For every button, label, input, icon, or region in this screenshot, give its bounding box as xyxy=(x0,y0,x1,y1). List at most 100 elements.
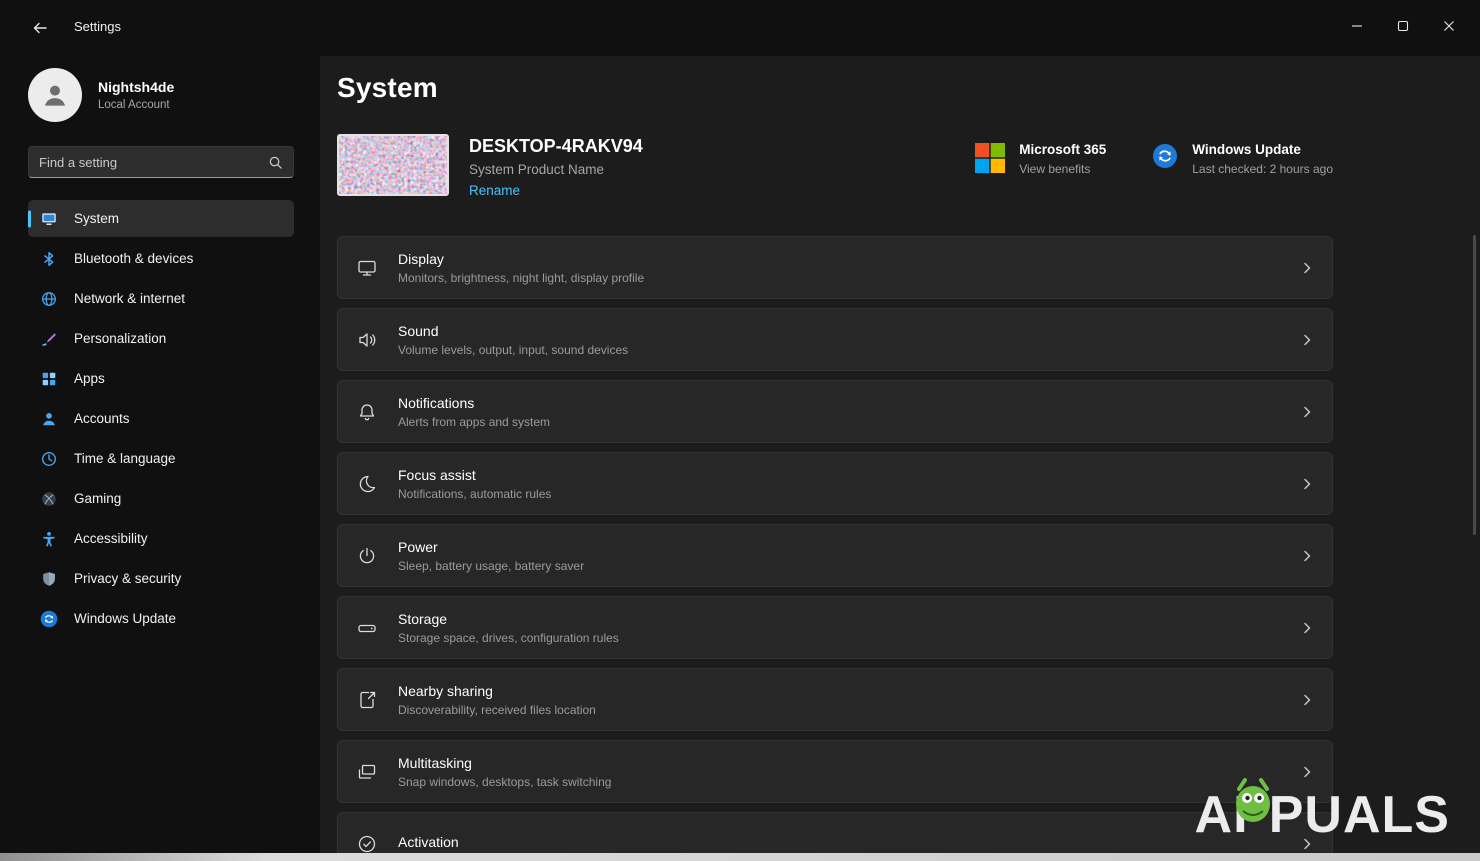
settings-row-display[interactable]: DisplayMonitors, brightness, night light… xyxy=(337,236,1333,299)
xbox-icon xyxy=(40,490,58,508)
row-title: Activation xyxy=(398,834,459,850)
titlebar: Settings xyxy=(0,0,1480,56)
maximize-icon xyxy=(1397,20,1409,32)
promo-subtitle: View benefits xyxy=(1019,162,1106,176)
storage-icon xyxy=(354,617,380,639)
clock-icon xyxy=(40,450,58,468)
paintbrush-icon xyxy=(40,330,58,348)
nearby-sharing-icon xyxy=(354,689,380,711)
chevron-right-icon xyxy=(1300,261,1314,275)
sidebar-item-accessibility[interactable]: Accessibility xyxy=(28,520,294,557)
settings-window: Settings Nightsh4de Local Account xyxy=(0,0,1480,861)
device-thumbnail xyxy=(337,134,449,196)
sidebar-item-label: Privacy & security xyxy=(74,571,181,586)
scrollbar[interactable] xyxy=(1473,235,1476,535)
device-strip: DESKTOP-4RAKV94 System Product Name Rena… xyxy=(337,134,1333,200)
row-subtitle: Notifications, automatic rules xyxy=(398,487,551,501)
appuals-mascot-icon xyxy=(1229,777,1277,838)
bluetooth-icon xyxy=(40,250,58,268)
bottom-edge xyxy=(0,853,1480,861)
focus-assist-icon xyxy=(354,473,380,495)
sidebar-item-personalization[interactable]: Personalization xyxy=(28,320,294,357)
row-title: Power xyxy=(398,539,584,555)
close-button[interactable] xyxy=(1426,6,1472,46)
microsoft-365-promo[interactable]: Microsoft 365 View benefits xyxy=(975,142,1106,178)
activation-icon xyxy=(354,833,380,855)
settings-row-notifications[interactable]: NotificationsAlerts from apps and system xyxy=(337,380,1333,443)
maximize-button[interactable] xyxy=(1380,6,1426,46)
sidebar-nav: System Bluetooth & devices Network & int… xyxy=(28,200,294,637)
row-title: Sound xyxy=(398,323,628,339)
windows-update-promo-icon xyxy=(1152,142,1178,178)
user-block: Nightsh4de Local Account xyxy=(28,68,294,122)
row-subtitle: Monitors, brightness, night light, displ… xyxy=(398,271,644,285)
device-name: DESKTOP-4RAKV94 xyxy=(469,136,643,157)
sidebar-item-accounts[interactable]: Accounts xyxy=(28,400,294,437)
power-icon xyxy=(354,545,380,567)
row-subtitle: Snap windows, desktops, task switching xyxy=(398,775,611,789)
minimize-button[interactable] xyxy=(1334,6,1380,46)
sidebar-item-system[interactable]: System xyxy=(28,200,294,237)
row-title: Storage xyxy=(398,611,619,627)
settings-row-storage[interactable]: Storage Storage space, drives, configurat… xyxy=(337,596,1333,659)
device-product-name: System Product Name xyxy=(469,162,643,177)
notifications-icon xyxy=(354,401,380,423)
page-title: System xyxy=(337,72,1333,104)
row-subtitle: Storage space, drives, configuration rul… xyxy=(398,631,619,645)
chevron-right-icon xyxy=(1300,765,1314,779)
chevron-right-icon xyxy=(1300,405,1314,419)
rename-link[interactable]: Rename xyxy=(469,183,520,198)
apps-grid-icon xyxy=(40,370,58,388)
chevron-right-icon xyxy=(1300,549,1314,563)
window-controls xyxy=(1334,6,1472,46)
window-title: Settings xyxy=(74,14,121,34)
row-title: Nearby sharing xyxy=(398,683,596,699)
sidebar-item-label: Accessibility xyxy=(74,531,148,546)
avatar[interactable] xyxy=(28,68,82,122)
settings-row-nearby-sharing[interactable]: Nearby sharingDiscoverability, received … xyxy=(337,668,1333,731)
sidebar-item-gaming[interactable]: Gaming xyxy=(28,480,294,517)
promo-subtitle: Last checked: 2 hours ago xyxy=(1192,162,1333,176)
sidebar-item-windows-update[interactable]: Windows Update xyxy=(28,600,294,637)
settings-row-power[interactable]: PowerSleep, battery usage, battery saver xyxy=(337,524,1333,587)
search-box[interactable] xyxy=(28,146,294,178)
chevron-right-icon xyxy=(1300,477,1314,491)
sidebar-item-privacy-security[interactable]: Privacy & security xyxy=(28,560,294,597)
row-subtitle: Volume levels, output, input, sound devi… xyxy=(398,343,628,357)
account-type: Local Account xyxy=(98,99,174,111)
accounts-person-icon xyxy=(40,410,58,428)
chevron-right-icon xyxy=(1300,621,1314,635)
windows-update-icon xyxy=(40,610,58,628)
sidebar-item-label: Bluetooth & devices xyxy=(74,251,193,266)
sidebar-item-network-internet[interactable]: Network & internet xyxy=(28,280,294,317)
sidebar-item-bluetooth-devices[interactable]: Bluetooth & devices xyxy=(28,240,294,277)
accessibility-icon xyxy=(40,530,58,548)
settings-row-focus-assist[interactable]: Focus assist Notifications, automatic rul… xyxy=(337,452,1333,515)
user-name: Nightsh4de xyxy=(98,79,174,95)
row-subtitle: Alerts from apps and system xyxy=(398,415,550,429)
sidebar-item-label: Network & internet xyxy=(74,291,185,306)
multitasking-icon xyxy=(354,761,380,783)
search-input[interactable] xyxy=(39,155,268,170)
chevron-right-icon xyxy=(1300,333,1314,347)
promo-tiles: Microsoft 365 View benefits Windows Upda… xyxy=(975,134,1333,178)
settings-row-sound[interactable]: Sound Volume levels, output, input, sound… xyxy=(337,308,1333,371)
windows-update-promo[interactable]: Windows Update Last checked: 2 hours ago xyxy=(1152,142,1333,178)
back-arrow-icon xyxy=(32,20,48,36)
user-text: Nightsh4de Local Account xyxy=(98,79,174,111)
person-icon xyxy=(40,80,70,110)
promo-title: Microsoft 365 xyxy=(1019,142,1106,157)
promo-title: Windows Update xyxy=(1192,142,1333,157)
settings-row-multitasking[interactable]: MultitaskingSnap windows, desktops, task… xyxy=(337,740,1333,803)
minimize-icon xyxy=(1351,20,1363,32)
settings-rows: DisplayMonitors, brightness, night light… xyxy=(337,236,1333,861)
sidebar-item-apps[interactable]: Apps xyxy=(28,360,294,397)
microsoft-logo-icon xyxy=(975,142,1005,178)
sidebar-item-time-language[interactable]: Time & language xyxy=(28,440,294,477)
display-icon xyxy=(354,257,380,279)
shield-icon xyxy=(40,570,58,588)
chevron-right-icon xyxy=(1300,693,1314,707)
monitor-icon xyxy=(40,210,58,228)
row-title: Focus assist xyxy=(398,467,551,483)
back-button[interactable] xyxy=(24,14,56,42)
